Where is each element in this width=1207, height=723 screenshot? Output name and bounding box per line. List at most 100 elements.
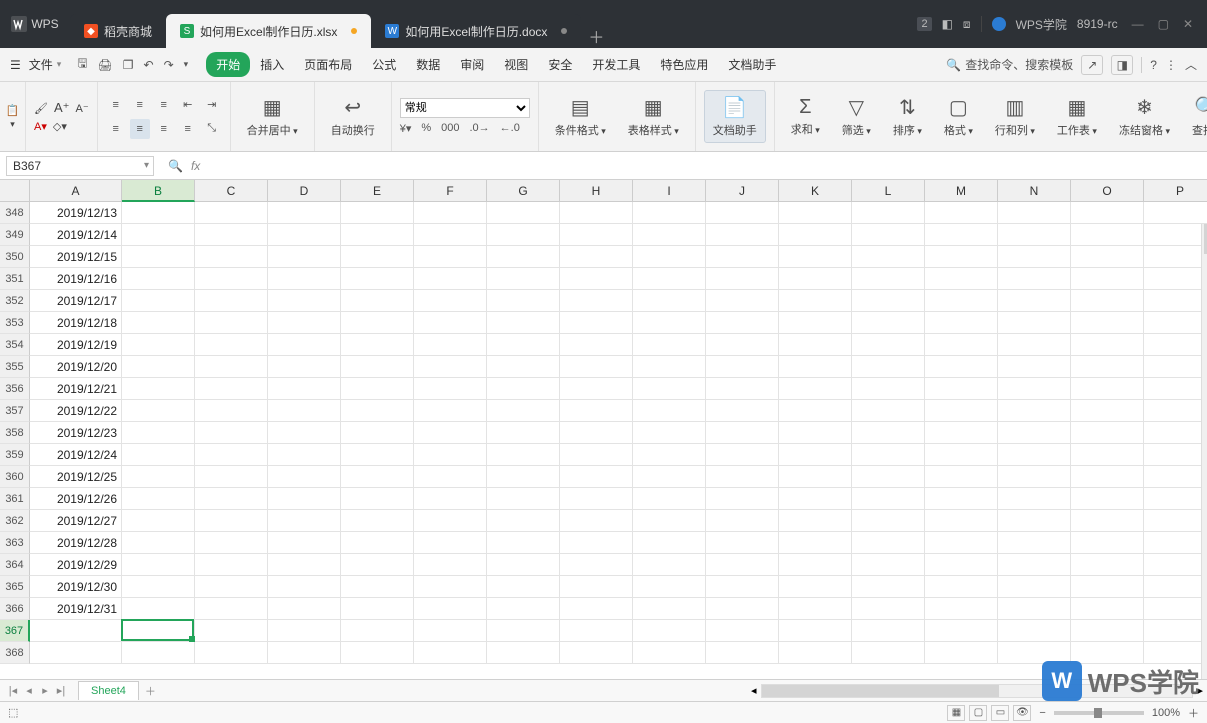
column-header[interactable]: F [414, 180, 487, 202]
cell[interactable] [852, 444, 925, 466]
worksheet-button[interactable]: ▦工作表 [1049, 91, 1105, 142]
column-header[interactable]: K [779, 180, 852, 202]
cell[interactable] [195, 224, 268, 246]
cell[interactable] [268, 554, 341, 576]
ribbon-tab-formula[interactable]: 公式 [362, 50, 406, 79]
cell[interactable] [560, 312, 633, 334]
cell[interactable] [779, 488, 852, 510]
cell[interactable] [268, 422, 341, 444]
row-header[interactable]: 360 [0, 466, 30, 488]
cell[interactable] [852, 598, 925, 620]
record-macro-icon[interactable]: ⬚ [8, 707, 18, 719]
cell[interactable] [487, 444, 560, 466]
cell[interactable] [633, 334, 706, 356]
cell[interactable] [1071, 444, 1144, 466]
row-header[interactable]: 348 [0, 202, 30, 224]
cell[interactable] [925, 356, 998, 378]
orientation-icon[interactable]: ⤡ [202, 119, 222, 139]
cell[interactable] [414, 202, 487, 224]
format-button[interactable]: ▢格式 [936, 91, 981, 142]
cell[interactable] [779, 378, 852, 400]
cell[interactable] [706, 422, 779, 444]
cell[interactable] [706, 466, 779, 488]
cell[interactable] [560, 378, 633, 400]
cell[interactable] [1144, 466, 1207, 488]
cell[interactable] [414, 246, 487, 268]
cell[interactable] [341, 488, 414, 510]
cell[interactable] [779, 598, 852, 620]
cell[interactable] [633, 400, 706, 422]
ribbon-tab-featured[interactable]: 特色应用 [650, 50, 718, 79]
cell[interactable] [122, 466, 195, 488]
cell[interactable] [487, 422, 560, 444]
cell[interactable] [998, 224, 1071, 246]
cell[interactable]: 2019/12/13 [30, 202, 122, 224]
help-icon[interactable]: ? [1150, 58, 1157, 72]
collapse-ribbon-icon[interactable]: ︿ [1185, 56, 1197, 73]
cell[interactable] [560, 246, 633, 268]
cell[interactable] [706, 510, 779, 532]
menu-icon[interactable]: ☰ [10, 58, 21, 72]
cell[interactable] [633, 510, 706, 532]
cell[interactable]: 2019/12/17 [30, 290, 122, 312]
cell[interactable]: 2019/12/21 [30, 378, 122, 400]
indent-increase-icon[interactable]: ⇥ [202, 95, 222, 115]
cell[interactable] [268, 642, 341, 664]
cell[interactable] [122, 576, 195, 598]
column-header[interactable]: G [487, 180, 560, 202]
row-header[interactable]: 367 [0, 620, 30, 642]
cell[interactable] [1144, 576, 1207, 598]
sheet-next-icon[interactable]: ▸ [38, 684, 52, 697]
tab-xlsx-active[interactable]: S 如何用Excel制作日历.xlsx [166, 14, 371, 48]
cell[interactable] [852, 400, 925, 422]
cell[interactable] [1071, 532, 1144, 554]
row-header[interactable]: 366 [0, 598, 30, 620]
cell[interactable] [998, 466, 1071, 488]
panel-icon[interactable]: ◨ [1111, 55, 1133, 75]
cell[interactable] [633, 356, 706, 378]
cell[interactable] [852, 290, 925, 312]
row-header[interactable]: 359 [0, 444, 30, 466]
sheet-tab[interactable]: Sheet4 [78, 681, 139, 700]
find-button[interactable]: 🔍查找 [1184, 91, 1207, 142]
cell[interactable] [122, 444, 195, 466]
align-top-icon[interactable]: ≡ [106, 95, 126, 115]
cell[interactable] [341, 268, 414, 290]
cell[interactable] [487, 312, 560, 334]
cell[interactable] [414, 290, 487, 312]
cell[interactable] [1071, 422, 1144, 444]
cell[interactable] [998, 576, 1071, 598]
cell[interactable] [852, 510, 925, 532]
cell[interactable] [268, 532, 341, 554]
cell[interactable] [852, 642, 925, 664]
cell[interactable] [1144, 290, 1207, 312]
cell[interactable] [998, 290, 1071, 312]
cell[interactable] [633, 532, 706, 554]
cell[interactable] [414, 532, 487, 554]
cell[interactable] [122, 202, 195, 224]
cell[interactable] [706, 554, 779, 576]
cell[interactable] [633, 268, 706, 290]
cell[interactable] [998, 488, 1071, 510]
cell[interactable] [1071, 312, 1144, 334]
cell[interactable] [779, 554, 852, 576]
row-header[interactable]: 352 [0, 290, 30, 312]
cell[interactable] [852, 620, 925, 642]
cell[interactable] [268, 620, 341, 642]
close-icon[interactable]: ✕ [1183, 17, 1193, 31]
cell[interactable] [706, 356, 779, 378]
cell[interactable] [1071, 334, 1144, 356]
row-header[interactable]: 351 [0, 268, 30, 290]
cell[interactable] [268, 202, 341, 224]
cell[interactable] [706, 620, 779, 642]
cell[interactable] [268, 444, 341, 466]
cell[interactable] [414, 268, 487, 290]
cell[interactable] [414, 422, 487, 444]
cell[interactable] [1144, 554, 1207, 576]
print-preview-icon[interactable]: ❐ [123, 58, 134, 72]
cell[interactable] [414, 224, 487, 246]
rows-cols-button[interactable]: ▥行和列 [987, 91, 1043, 142]
row-header[interactable]: 363 [0, 532, 30, 554]
cell[interactable] [925, 224, 998, 246]
undo-icon[interactable]: ↶ [144, 58, 154, 72]
